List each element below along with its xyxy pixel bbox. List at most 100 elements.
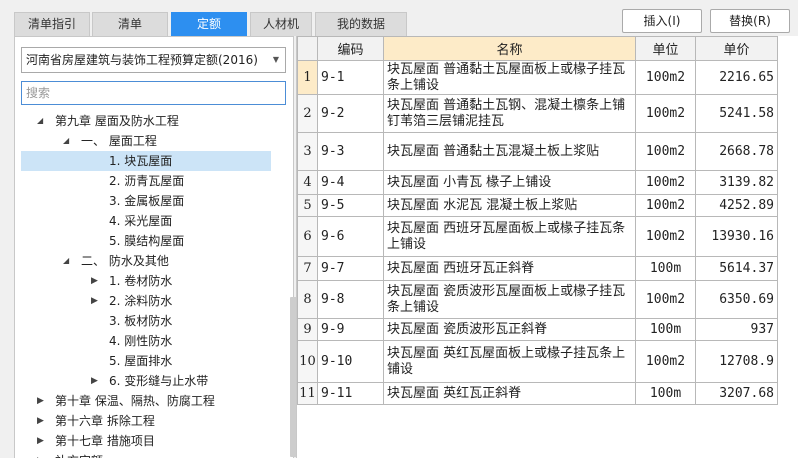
collapse-arrow-icon[interactable]: ◢ <box>37 111 43 131</box>
expand-arrow-icon[interactable]: ▶ <box>37 451 44 458</box>
tree-node[interactable]: 2. 沥青瓦屋面 <box>21 171 271 191</box>
tab-my-data[interactable]: 我的数据 <box>315 12 407 36</box>
price-cell: 5614.37 <box>695 256 778 281</box>
row-number: 7 <box>297 256 318 281</box>
name-cell: 块瓦屋面 普通黏土瓦混凝土板上浆贴 <box>383 132 636 171</box>
quota-table-panel: 编码 名称 单位 单价 1 9-1 块瓦屋面 普通黏土瓦屋面板上或椽子挂瓦条上铺设 1… <box>296 36 798 458</box>
tree-node-label: 第十七章 措施项目 <box>55 434 155 448</box>
expand-arrow-icon[interactable]: ▶ <box>37 431 44 451</box>
name-cell: 块瓦屋面 瓷质波形瓦正斜脊 <box>383 318 636 341</box>
tree-node[interactable]: 1. 块瓦屋面 <box>21 151 271 171</box>
tree-node[interactable]: ▶ 6. 变形缝与止水带 <box>21 371 271 391</box>
search-input[interactable]: 搜索 <box>21 81 286 105</box>
tree-node-label: 4. 采光屋面 <box>109 214 173 228</box>
table-row[interactable]: 6 9-6 块瓦屋面 西班牙瓦屋面板上或椽子挂瓦条上铺设 100m2 13930.16 <box>297 216 778 257</box>
row-number-header <box>297 36 318 61</box>
row-number: 8 <box>297 280 318 319</box>
tab-bill[interactable]: 清单 <box>92 12 168 36</box>
table-header-row: 编码 名称 单位 单价 <box>297 36 778 61</box>
unit-cell: 100m2 <box>635 216 696 257</box>
table-row[interactable]: 3 9-3 块瓦屋面 普通黏土瓦混凝土板上浆贴 100m2 2668.78 <box>297 132 778 171</box>
table-row[interactable]: 9 9-9 块瓦屋面 瓷质波形瓦正斜脊 100m 937 <box>297 318 778 341</box>
table-row[interactable]: 7 9-7 块瓦屋面 西班牙瓦正斜脊 100m 5614.37 <box>297 256 778 281</box>
unit-cell: 100m2 <box>635 280 696 319</box>
tree-node[interactable]: ◢ 一、 屋面工程 <box>21 131 271 151</box>
code-cell: 9-2 <box>317 94 384 133</box>
tree-node-label: 4. 刚性防水 <box>109 334 173 348</box>
tree-node[interactable]: ▶ 第十六章 拆除工程 <box>21 411 271 431</box>
row-number: 5 <box>297 194 318 217</box>
code-header[interactable]: 编码 <box>317 36 384 61</box>
tree-node[interactable]: ◢ 二、 防水及其他 <box>21 251 271 271</box>
expand-arrow-icon[interactable]: ▶ <box>37 411 44 431</box>
tree-node[interactable]: ▶ 第十七章 措施项目 <box>21 431 271 451</box>
tree-node-label: 第十章 保温、隔热、防腐工程 <box>55 394 215 408</box>
table-row[interactable]: 5 9-5 块瓦屋面 水泥瓦 混凝土板上浆贴 100m2 4252.89 <box>297 194 778 217</box>
unit-cell: 100m2 <box>635 340 696 383</box>
expand-arrow-icon[interactable]: ▶ <box>91 271 98 291</box>
price-cell: 3207.68 <box>695 382 778 405</box>
unit-cell: 100m2 <box>635 60 696 95</box>
quota-library-select[interactable]: 河南省房屋建筑与装饰工程预算定额(2016) ▼ <box>21 47 286 73</box>
dropdown-arrow-icon[interactable]: ▼ <box>273 48 279 72</box>
tree-node[interactable]: ◢ 第九章 屋面及防水工程 <box>21 111 271 131</box>
tree-node[interactable]: 3. 板材防水 <box>21 311 271 331</box>
unit-cell: 100m <box>635 256 696 281</box>
table-row[interactable]: 4 9-4 块瓦屋面 小青瓦 椽子上铺设 100m2 3139.82 <box>297 170 778 195</box>
tree-node[interactable]: 4. 刚性防水 <box>21 331 271 351</box>
unit-header[interactable]: 单位 <box>635 36 696 61</box>
price-cell: 4252.89 <box>695 194 778 217</box>
name-cell: 块瓦屋面 英红瓦屋面板上或椽子挂瓦条上铺设 <box>383 340 636 383</box>
expand-arrow-icon[interactable]: ▶ <box>37 391 44 411</box>
code-cell: 9-1 <box>317 60 384 95</box>
tree-node-label: 第九章 屋面及防水工程 <box>55 114 179 128</box>
name-header[interactable]: 名称 <box>383 36 636 61</box>
tree-node-label: 补充定额 <box>55 451 103 458</box>
tree-node-label: 2. 沥青瓦屋面 <box>109 174 185 188</box>
unit-cell: 100m2 <box>635 170 696 195</box>
unit-cell: 100m <box>635 382 696 405</box>
tree-node[interactable]: ▶ 2. 涂料防水 <box>21 291 271 311</box>
table-row[interactable]: 11 9-11 块瓦屋面 英红瓦正斜脊 100m 3207.68 <box>297 382 778 405</box>
tree-node-label: 5. 屋面排水 <box>109 354 173 368</box>
tree-node[interactable]: 5. 膜结构屋面 <box>21 231 271 251</box>
name-cell: 块瓦屋面 小青瓦 椽子上铺设 <box>383 170 636 195</box>
tree-node-label: 二、 防水及其他 <box>81 254 169 268</box>
price-cell: 2216.65 <box>695 60 778 95</box>
code-cell: 9-7 <box>317 256 384 281</box>
insert-button[interactable]: 插入(I) <box>622 9 702 33</box>
row-number: 11 <box>297 382 318 405</box>
tab-bill-guide[interactable]: 清单指引 <box>14 12 90 36</box>
code-cell: 9-5 <box>317 194 384 217</box>
tree-node-label: 第十六章 拆除工程 <box>55 414 155 428</box>
collapse-arrow-icon[interactable]: ◢ <box>63 251 69 271</box>
quota-tree-panel: 河南省房屋建筑与装饰工程预算定额(2016) ▼ 搜索 ◢ 第九章 屋面及防水工程… <box>14 36 300 458</box>
price-header[interactable]: 单价 <box>695 36 778 61</box>
tab-labor-material-machine[interactable]: 人材机 <box>250 12 312 36</box>
tree-node-label: 1. 卷材防水 <box>109 274 173 288</box>
price-cell: 3139.82 <box>695 170 778 195</box>
tree-node[interactable]: ▶ 第十章 保温、隔热、防腐工程 <box>21 391 271 411</box>
tab-quota[interactable]: 定额 <box>171 12 247 36</box>
table-row[interactable]: 10 9-10 块瓦屋面 英红瓦屋面板上或椽子挂瓦条上铺设 100m2 12708.9 <box>297 340 778 383</box>
table-row[interactable]: 8 9-8 块瓦屋面 瓷质波形瓦屋面板上或椽子挂瓦条上铺设 100m2 6350.69 <box>297 280 778 319</box>
tree-node[interactable]: 3. 金属板屋面 <box>21 191 271 211</box>
name-cell: 块瓦屋面 普通黏土瓦钢、混凝土檩条上铺钉苇箔三层铺泥挂瓦 <box>383 94 636 133</box>
expand-arrow-icon[interactable]: ▶ <box>91 371 98 391</box>
tree-node[interactable]: ▶ 补充定额 <box>21 451 271 458</box>
unit-cell: 100m2 <box>635 132 696 171</box>
replace-button[interactable]: 替换(R) <box>710 9 790 33</box>
expand-arrow-icon[interactable]: ▶ <box>91 291 98 311</box>
table-row[interactable]: 1 9-1 块瓦屋面 普通黏土瓦屋面板上或椽子挂瓦条上铺设 100m2 2216.65 <box>297 60 778 95</box>
quota-table: 编码 名称 单位 单价 1 9-1 块瓦屋面 普通黏土瓦屋面板上或椽子挂瓦条上铺设 1… <box>297 36 778 405</box>
code-cell: 9-3 <box>317 132 384 171</box>
row-number: 4 <box>297 170 318 195</box>
tree-node[interactable]: 4. 采光屋面 <box>21 211 271 231</box>
name-cell: 块瓦屋面 英红瓦正斜脊 <box>383 382 636 405</box>
row-number: 6 <box>297 216 318 257</box>
name-cell: 块瓦屋面 普通黏土瓦屋面板上或椽子挂瓦条上铺设 <box>383 60 636 95</box>
table-row[interactable]: 2 9-2 块瓦屋面 普通黏土瓦钢、混凝土檩条上铺钉苇箔三层铺泥挂瓦 100m2 524… <box>297 94 778 133</box>
collapse-arrow-icon[interactable]: ◢ <box>63 131 69 151</box>
tree-node[interactable]: 5. 屋面排水 <box>21 351 271 371</box>
tree-node[interactable]: ▶ 1. 卷材防水 <box>21 271 271 291</box>
